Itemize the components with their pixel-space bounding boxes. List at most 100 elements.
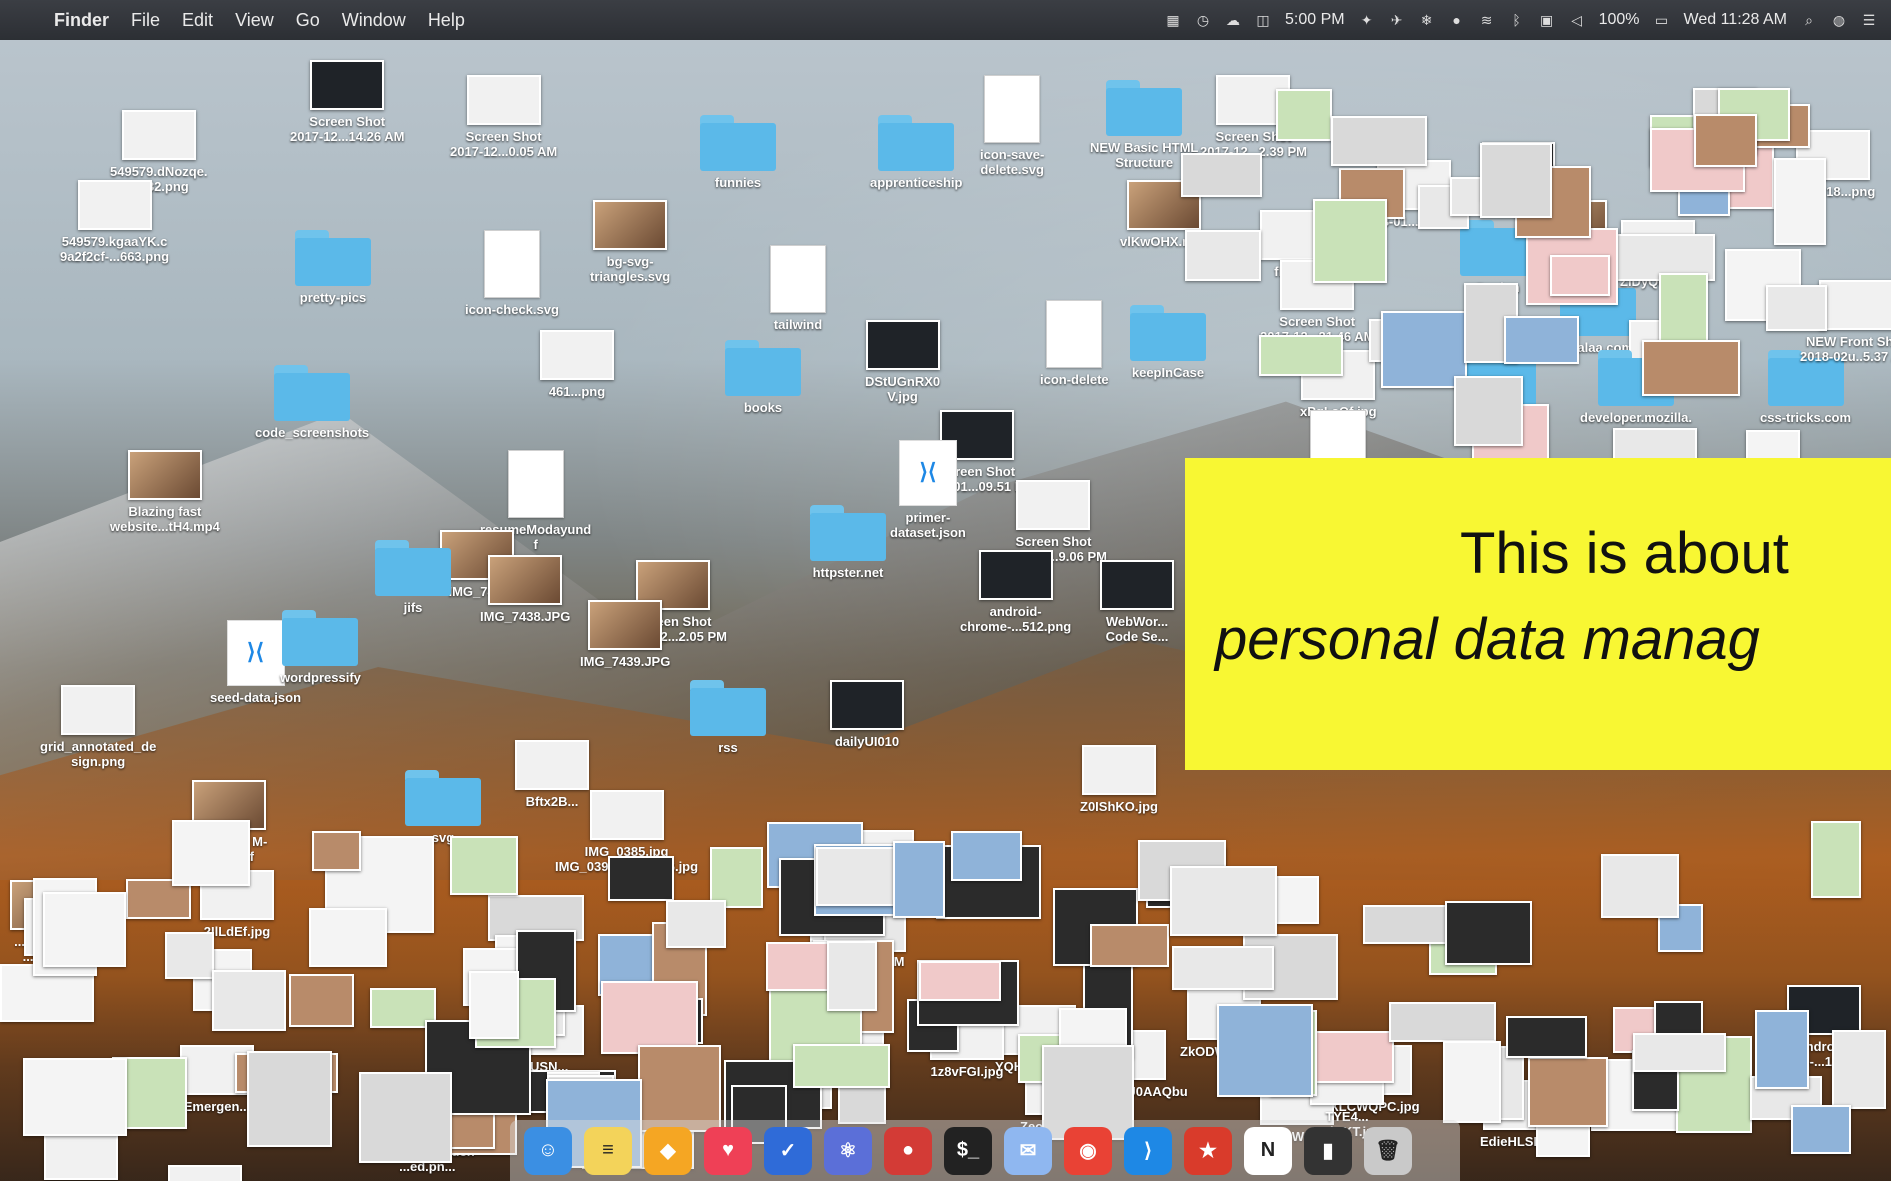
document-icon[interactable] [984, 75, 1041, 143]
desktop-item[interactable]: grid_annotated_de sign.png [40, 685, 156, 769]
mail-icon[interactable]: ✉ [1004, 1126, 1052, 1175]
menu-window[interactable]: Window [342, 10, 406, 31]
desktop-item[interactable]: icon-delete [1040, 300, 1109, 387]
image-thumbnail-icon[interactable] [865, 320, 940, 370]
folder-icon[interactable] [878, 115, 955, 171]
desktop-item[interactable]: IMG_7439.JPG [580, 600, 670, 669]
desktop-item[interactable]: bg-svg- triangles.svg [590, 200, 670, 284]
image-thumbnail[interactable] [1331, 116, 1427, 166]
image-thumbnail[interactable] [827, 941, 877, 1011]
desktop-item[interactable]: IMG_7438.JPG [480, 555, 570, 624]
desktop-item[interactable]: Screen Shot 2017-12...14.26 AM [290, 60, 404, 144]
image-thumbnail-icon[interactable] [588, 600, 663, 650]
folder-icon[interactable] [810, 505, 886, 561]
image-thumbnail[interactable] [1550, 255, 1610, 296]
image-thumbnail[interactable] [1506, 1016, 1587, 1058]
image-thumbnail[interactable] [1504, 316, 1579, 364]
desktop-item[interactable]: pretty-pics [295, 230, 371, 305]
desktop-item[interactable]: code_screenshots [255, 365, 369, 440]
image-thumbnail[interactable] [289, 974, 354, 1027]
image-thumbnail[interactable] [1454, 376, 1523, 446]
desktop-item[interactable]: QAADNlk.jpg [40, 1130, 122, 1181]
bear-icon[interactable]: ● [884, 1126, 932, 1175]
desktop-item[interactable]: android- chrome-...512.png [960, 550, 1071, 634]
desktop-item[interactable]: books [725, 340, 801, 415]
desktop-item[interactable]: mock-1.jpmock-2.jpg [140, 1165, 269, 1181]
image-thumbnail-icon[interactable] [1082, 745, 1156, 795]
desktop-item[interactable]: icon-check.svg [465, 230, 559, 317]
folder-icon[interactable] [295, 230, 371, 286]
image-thumbnail[interactable] [1642, 340, 1740, 396]
menu-view[interactable]: View [235, 10, 274, 31]
atom-icon[interactable]: ⚛ [824, 1126, 872, 1175]
trash-icon[interactable]: 🗑 [1364, 1126, 1412, 1175]
image-thumbnail-icon[interactable] [167, 1165, 242, 1181]
image-thumbnail-icon[interactable] [830, 680, 904, 730]
image-thumbnail[interactable] [309, 908, 387, 967]
notes-icon[interactable]: ≡ [584, 1126, 632, 1175]
desktop-item[interactable]: primer- dataset.json [890, 440, 966, 540]
image-thumbnail-icon[interactable] [77, 180, 152, 230]
notification-center-icon[interactable]: ☰ [1861, 12, 1877, 28]
image-thumbnail-icon[interactable] [1100, 560, 1174, 610]
wifi-icon[interactable]: ≋ [1479, 12, 1495, 28]
finder-icon[interactable]: ☺ [524, 1126, 572, 1175]
desktop-item[interactable]: Screen Shot 2017-12...0.05 AM [450, 75, 557, 159]
image-thumbnail[interactable] [1217, 1004, 1313, 1097]
desktop-item[interactable]: Blazing fast website...tH4.mp4 [110, 450, 220, 534]
image-thumbnail[interactable] [312, 831, 361, 871]
image-thumbnail[interactable] [710, 847, 763, 908]
desktop-item[interactable]: httpster.net [810, 505, 886, 580]
image-thumbnail[interactable] [172, 820, 250, 886]
image-thumbnail[interactable] [893, 841, 945, 918]
menu-file[interactable]: File [131, 10, 160, 31]
document-icon[interactable] [507, 450, 564, 518]
image-thumbnail-icon[interactable] [43, 1130, 118, 1180]
desktop-item[interactable]: DStUGnRX0 V.jpg [865, 320, 940, 404]
status-icon[interactable]: ✦ [1359, 12, 1375, 28]
time-widget[interactable]: 5:00 PM [1285, 11, 1345, 29]
battery-percent[interactable]: 100% [1599, 11, 1640, 29]
image-thumbnail[interactable] [1791, 1105, 1851, 1154]
image-thumbnail-icon[interactable] [466, 75, 541, 125]
desktop-item[interactable]: rss [690, 680, 766, 755]
image-thumbnail[interactable] [247, 1051, 332, 1147]
image-thumbnail-icon[interactable] [515, 740, 589, 790]
image-thumbnail[interactable] [1633, 1033, 1726, 1072]
folder-icon[interactable] [282, 610, 359, 666]
image-thumbnail[interactable] [1832, 1030, 1886, 1109]
terminal-icon[interactable]: $_ [944, 1126, 992, 1175]
image-thumbnail[interactable] [1172, 946, 1274, 990]
image-thumbnail[interactable] [43, 892, 126, 967]
calendar-icon[interactable]: ▣ [1539, 12, 1555, 28]
image-thumbnail[interactable] [1313, 199, 1387, 283]
image-thumbnail[interactable] [1443, 1041, 1501, 1123]
image-thumbnail-icon[interactable] [121, 110, 196, 160]
image-thumbnail[interactable] [1271, 876, 1319, 924]
image-thumbnail[interactable] [1389, 1002, 1496, 1042]
desktop-item[interactable]: 549579.kgaaYK.c 9a2f2cf-...663.png [60, 180, 169, 264]
image-thumbnail-icon[interactable] [488, 555, 563, 605]
image-thumbnail[interactable] [212, 970, 286, 1031]
menu-edit[interactable]: Edit [182, 10, 213, 31]
image-thumbnail[interactable] [165, 932, 214, 979]
status-icon[interactable]: ◷ [1195, 12, 1211, 28]
image-thumbnail[interactable] [608, 856, 674, 901]
image-thumbnail-icon[interactable] [589, 790, 664, 840]
document-icon[interactable] [770, 245, 826, 313]
desktop-item[interactable]: jifs [375, 540, 451, 615]
image-thumbnail[interactable] [1480, 143, 1552, 218]
desktop-item[interactable]: WebWor... Code Se... [1100, 560, 1174, 644]
folder-icon[interactable] [1106, 80, 1183, 136]
document-icon[interactable] [1046, 300, 1103, 368]
bluetooth-icon[interactable]: ᛒ [1509, 12, 1525, 28]
image-thumbnail[interactable] [601, 981, 698, 1054]
image-thumbnail-icon[interactable] [61, 685, 136, 735]
image-thumbnail[interactable] [1755, 1010, 1809, 1089]
status-icon[interactable]: ◫ [1255, 12, 1271, 28]
image-thumbnail[interactable] [1811, 821, 1861, 898]
image-thumbnail[interactable] [638, 1045, 721, 1132]
image-thumbnail[interactable] [1259, 335, 1343, 376]
image-thumbnail[interactable] [1774, 158, 1826, 245]
menu-go[interactable]: Go [296, 10, 320, 31]
